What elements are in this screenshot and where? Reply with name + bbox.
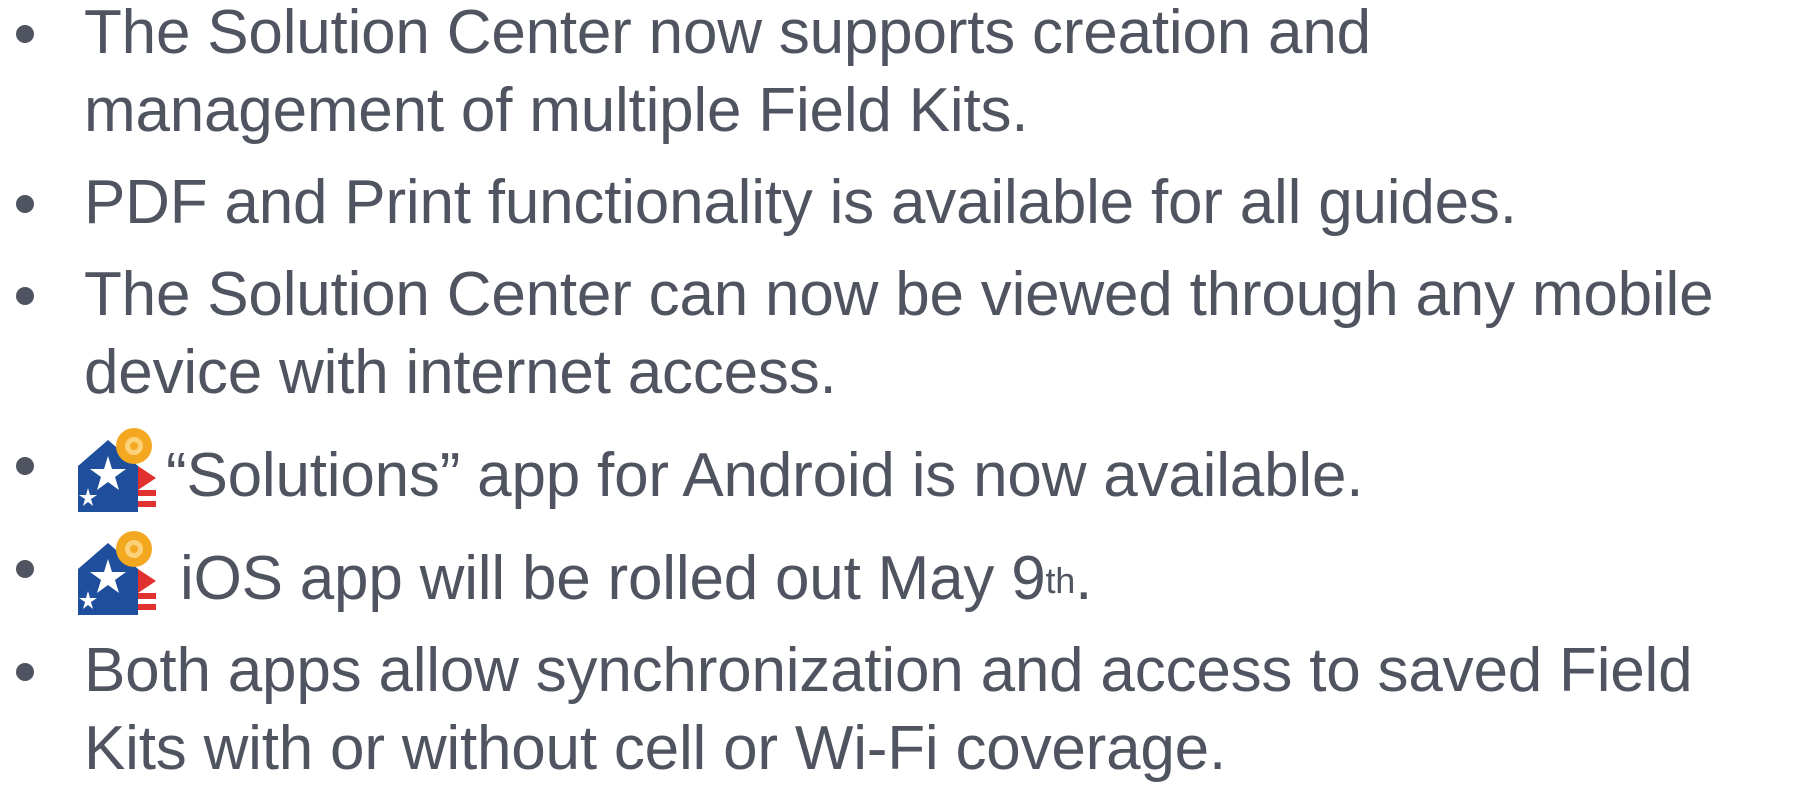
bullet-text-line: iOS app will be rolled out May 9th.	[78, 529, 1793, 618]
bullet-text-line: The Solution Center can now be viewed th…	[84, 260, 1714, 329]
bullet-dot	[16, 560, 34, 578]
bullet-dot	[16, 663, 34, 681]
bullet-text: “Solutions” app for Android is now avail…	[166, 441, 1364, 510]
bullet-item-offline-sync: Both apps allow synchronization and acce…	[0, 632, 1793, 788]
solutions-app-icon[interactable]	[74, 529, 166, 615]
bullet-dot	[16, 287, 34, 305]
bullet-text-line: Kits with or without cell or Wi-Fi cover…	[84, 714, 1226, 783]
bullet-item-android-app: “Solutions” app for Android is now avail…	[0, 426, 1793, 515]
slide: The Solution Center now supports creatio…	[0, 0, 1793, 783]
bullet-text-line: management of multiple Field Kits.	[84, 76, 1029, 145]
bullet-dot	[16, 25, 34, 43]
bullet-text-line: The Solution Center now supports creatio…	[84, 0, 1371, 67]
solutions-app-icon[interactable]	[74, 426, 166, 512]
bullet-text-line: device with internet access.	[84, 338, 837, 407]
bullet-item-pdf-print: PDF and Print functionality is available…	[0, 164, 1793, 242]
bullet-dot	[16, 457, 34, 475]
bullet-text: iOS app will be rolled out May 9	[180, 544, 1046, 613]
bullet-text-line: PDF and Print functionality is available…	[84, 168, 1517, 237]
bullet-list: The Solution Center now supports creatio…	[0, 0, 1793, 788]
bullet-dot	[16, 195, 34, 213]
bullet-item-field-kits: The Solution Center now supports creatio…	[0, 0, 1793, 150]
bullet-text-line: Both apps allow synchronization and acce…	[84, 636, 1693, 705]
bullet-item-ios-app: iOS app will be rolled out May 9th.	[0, 529, 1793, 618]
bullet-text-line: “Solutions” app for Android is now avail…	[78, 426, 1793, 515]
bullet-text-end: .	[1075, 544, 1093, 613]
superscript-ordinal: th	[1045, 560, 1076, 601]
bullet-item-mobile-view: The Solution Center can now be viewed th…	[0, 256, 1793, 412]
